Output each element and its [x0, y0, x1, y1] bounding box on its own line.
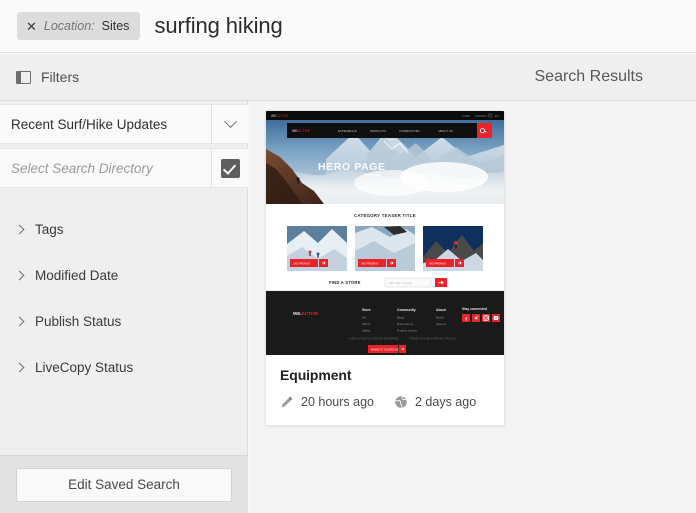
svg-text:FIND A STORE: FIND A STORE — [329, 280, 361, 285]
svg-text:About: About — [436, 308, 447, 312]
location-tag-value: Sites — [101, 19, 130, 33]
svg-text:LOGIN: LOGIN — [462, 114, 470, 118]
svg-text:CONTACT: CONTACT — [475, 114, 488, 118]
filter-section-tags[interactable]: Tags — [0, 206, 247, 252]
svg-text:Support: Support — [436, 322, 447, 326]
filter-accordion: Tags Modified Date Publish Status LiveCo… — [0, 206, 247, 390]
chevron-right-icon — [14, 224, 25, 234]
sidebar-footer: Edit Saved Search — [0, 455, 248, 513]
checkmark-icon — [220, 158, 240, 178]
chevron-right-icon — [14, 362, 25, 372]
filter-section-label: LiveCopy Status — [35, 359, 134, 375]
panel-subheader: Filters Search Results — [0, 54, 696, 101]
filter-section-modified-date[interactable]: Modified Date — [0, 252, 247, 298]
saved-search-value: Recent Surf/Hike Updates — [0, 105, 212, 143]
chevron-down-icon — [223, 114, 237, 128]
result-card-title: Equipment — [280, 367, 352, 383]
chevron-right-icon — [14, 270, 25, 280]
svg-text:EXPERIENCE: EXPERIENCE — [338, 129, 357, 133]
globe-icon — [395, 396, 407, 408]
svg-text:HERO PAGE: HERO PAGE — [318, 161, 386, 173]
svg-text:SKI FROM 0: SKI FROM 0 — [429, 262, 446, 266]
search-topbar: ✕ Location: Sites surfing hiking — [0, 0, 696, 53]
svg-text:Stay connected: Stay connected — [462, 307, 487, 311]
location-filter-tag[interactable]: ✕ Location: Sites — [17, 12, 141, 40]
result-card-meta: 20 hours ago 2 days ago — [280, 395, 490, 409]
svg-text:Store: Store — [362, 308, 371, 312]
filter-section-label: Modified Date — [35, 267, 119, 283]
svg-text:© WE.ACTIVE ALL RIGHTS RESERVE: © WE.ACTIVE ALL RIGHTS RESERVED — [348, 337, 399, 341]
svg-text:Winter: Winter — [362, 322, 371, 326]
svg-text:SKI FROM 0: SKI FROM 0 — [361, 262, 378, 266]
search-directory-field[interactable]: Select Search Directory — [0, 148, 248, 188]
edit-saved-search-button[interactable]: Edit Saved Search — [16, 467, 232, 502]
search-query-text[interactable]: surfing hiking — [154, 13, 282, 39]
svg-text:Discussions: Discussions — [397, 322, 414, 326]
svg-text:SKI FROM 0: SKI FROM 0 — [293, 262, 310, 266]
svg-text:ZIP, City, Country: ZIP, City, Country — [389, 281, 413, 285]
svg-text:Community: Community — [397, 308, 416, 312]
svg-text:WE.: WE. — [293, 311, 302, 316]
svg-text:Ski: Ski — [362, 316, 367, 320]
filter-section-label: Publish Status — [35, 313, 122, 329]
result-card-body: Equipment 20 hours ago 2 days ago — [266, 355, 504, 425]
published-meta: 2 days ago — [394, 395, 476, 409]
close-icon[interactable]: ✕ — [26, 20, 37, 33]
filters-title: Filters — [41, 69, 80, 85]
svg-text:MAKE IT YOURS NOW: MAKE IT YOURS NOW — [371, 348, 403, 352]
filter-section-label: Tags — [35, 221, 64, 237]
published-text: 2 days ago — [414, 395, 477, 409]
search-directory-input[interactable]: Select Search Directory — [0, 149, 212, 187]
svg-text:Blogs: Blogs — [397, 316, 405, 320]
svg-text:ACTIVE: ACTIVE — [298, 129, 311, 133]
filters-header[interactable]: Filters — [0, 54, 248, 100]
result-card[interactable]: WE. ACTIVE LOGIN CONTACT EN WE. ACTIVE E… — [265, 110, 505, 426]
svg-text:Brand: Brand — [436, 316, 444, 320]
saved-search-dropdown-button[interactable] — [212, 105, 248, 143]
modified-meta: 20 hours ago — [280, 395, 374, 409]
svg-text:ACTIVE: ACTIVE — [302, 311, 319, 316]
filter-section-publish-status[interactable]: Publish Status — [0, 298, 247, 344]
svg-text:Product Issues: Product Issues — [397, 329, 417, 333]
svg-text:PRODUCTS: PRODUCTS — [370, 129, 386, 133]
svg-text:Safety: Safety — [362, 329, 371, 333]
svg-text:f: f — [465, 316, 467, 322]
chevron-right-icon — [14, 316, 25, 326]
svg-text:EN: EN — [495, 114, 499, 118]
filters-sidebar: Recent Surf/Hike Updates Select Search D… — [0, 101, 248, 513]
filter-section-livecopy-status[interactable]: LiveCopy Status — [0, 344, 247, 390]
panel-toggle-icon[interactable] — [16, 70, 31, 84]
svg-text:ABOUT US: ABOUT US — [438, 129, 453, 133]
svg-text:ACTIVE: ACTIVE — [277, 114, 289, 118]
svg-text:COMMUNITIES: COMMUNITIES — [399, 129, 420, 133]
search-results-title: Search Results — [534, 68, 644, 85]
svg-text:TERMS OF USE & PRIVACY POLICY: TERMS OF USE & PRIVACY POLICY — [409, 337, 457, 341]
search-directory-confirm-button[interactable] — [212, 149, 248, 187]
svg-text:CATEGORY TEASER TITLE: CATEGORY TEASER TITLE — [354, 213, 416, 218]
modified-text: 20 hours ago — [301, 395, 374, 409]
pencil-icon — [281, 396, 293, 408]
location-tag-label: Location: — [43, 19, 95, 33]
search-results-panel: WE. ACTIVE LOGIN CONTACT EN WE. ACTIVE E… — [249, 101, 696, 513]
saved-search-select[interactable]: Recent Surf/Hike Updates — [0, 104, 248, 144]
page-thumbnail: WE. ACTIVE LOGIN CONTACT EN WE. ACTIVE E… — [266, 111, 504, 355]
